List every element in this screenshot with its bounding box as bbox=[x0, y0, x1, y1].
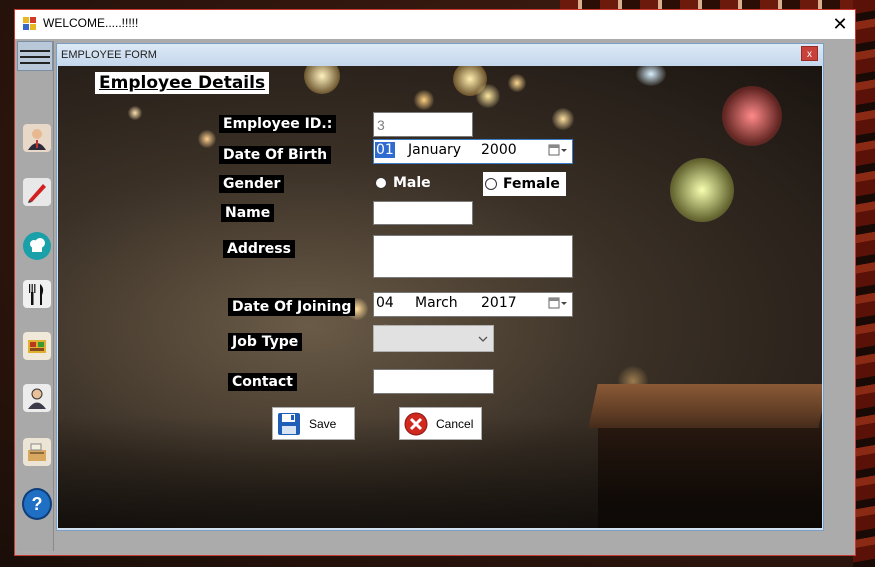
cancel-button-label: Cancel bbox=[436, 416, 474, 431]
fork-knife-icon bbox=[23, 280, 51, 308]
background-photo: Employee Details Employee ID.: Date Of B… bbox=[58, 66, 822, 528]
main-window: WELCOME.....!!!!! ✕ ? EMPLOYEE FORM x Em… bbox=[14, 9, 856, 556]
employee-form-window: EMPLOYEE FORM x Employee Details Employe… bbox=[56, 43, 824, 531]
job-type-select[interactable] bbox=[373, 325, 494, 352]
male-label: Male bbox=[393, 175, 431, 191]
toolbar-customer-button[interactable] bbox=[22, 383, 52, 413]
dob-label: Date Of Birth bbox=[219, 146, 332, 164]
dob-year: 2000 bbox=[481, 142, 517, 158]
employee-form-titlebar[interactable]: EMPLOYEE FORM x bbox=[57, 44, 823, 66]
toolbar-edit-button[interactable] bbox=[22, 177, 52, 207]
window-close-button[interactable]: ✕ bbox=[827, 12, 853, 36]
employee-id-input[interactable] bbox=[373, 112, 473, 137]
female-label: Female bbox=[503, 176, 560, 192]
female-radio-button[interactable] bbox=[485, 178, 497, 190]
hamburger-menu-icon[interactable] bbox=[17, 41, 53, 71]
address-textarea[interactable] bbox=[373, 235, 573, 278]
toolbar-menu-button[interactable] bbox=[22, 279, 52, 309]
mdi-client-area: ? EMPLOYEE FORM x Employee Details Emplo… bbox=[15, 39, 855, 555]
person-icon bbox=[23, 124, 51, 152]
job-type-label: Job Type bbox=[228, 333, 303, 351]
dob-day: 01 bbox=[375, 142, 395, 158]
form-heading: Employee Details bbox=[95, 72, 270, 94]
gender-label: Gender bbox=[219, 175, 285, 193]
doj-date-picker[interactable]: 04 March 2017 bbox=[373, 292, 573, 317]
toolbar-chef-button[interactable] bbox=[22, 231, 52, 261]
floppy-disk-icon bbox=[278, 412, 300, 435]
toolbar-billing-button[interactable] bbox=[22, 437, 52, 467]
doj-day: 04 bbox=[376, 295, 394, 311]
toolbar-help-button[interactable]: ? bbox=[22, 488, 52, 520]
window-title: WELCOME.....!!!!! bbox=[43, 16, 139, 30]
toolbar-order-button[interactable] bbox=[22, 331, 52, 361]
food-tray-icon bbox=[23, 332, 51, 360]
employee-form-close-button[interactable]: x bbox=[801, 46, 818, 61]
dob-date-picker[interactable]: 01 January 2000 bbox=[373, 139, 573, 164]
dob-calendar-dropdown-icon[interactable] bbox=[548, 143, 568, 157]
desktop-wallpaper-edge bbox=[853, 0, 875, 567]
male-radio-button[interactable] bbox=[375, 177, 387, 189]
side-toolbar: ? bbox=[17, 41, 54, 551]
contact-input[interactable] bbox=[373, 369, 494, 394]
cancel-icon bbox=[404, 412, 428, 435]
pen-icon bbox=[23, 178, 51, 206]
doj-calendar-dropdown-icon[interactable] bbox=[548, 296, 568, 310]
save-button-label: Save bbox=[309, 416, 337, 431]
gender-female-radio[interactable]: Female bbox=[483, 172, 566, 196]
cancel-button[interactable]: Cancel bbox=[399, 407, 482, 440]
cash-register-icon bbox=[23, 438, 51, 466]
address-label: Address bbox=[223, 240, 295, 258]
help-icon: ? bbox=[22, 488, 52, 520]
save-button[interactable]: Save bbox=[272, 407, 355, 440]
chef-hat-icon bbox=[23, 232, 51, 260]
doj-label: Date Of Joining bbox=[228, 298, 356, 316]
doj-month: March bbox=[415, 295, 458, 311]
toolbar-employee-button[interactable] bbox=[22, 123, 52, 153]
app-icon bbox=[23, 17, 37, 31]
chevron-down-icon bbox=[478, 336, 488, 342]
contact-label: Contact bbox=[228, 373, 297, 391]
user-icon bbox=[23, 384, 51, 412]
employee-form-title: EMPLOYEE FORM bbox=[61, 49, 157, 61]
employee-id-label: Employee ID.: bbox=[219, 115, 337, 133]
dob-month: January bbox=[408, 142, 462, 158]
window-titlebar[interactable]: WELCOME.....!!!!! ✕ bbox=[15, 10, 855, 39]
name-input[interactable] bbox=[373, 201, 473, 225]
gender-male-radio[interactable]: Male bbox=[373, 174, 437, 192]
doj-year: 2017 bbox=[481, 295, 517, 311]
name-label: Name bbox=[221, 204, 275, 222]
